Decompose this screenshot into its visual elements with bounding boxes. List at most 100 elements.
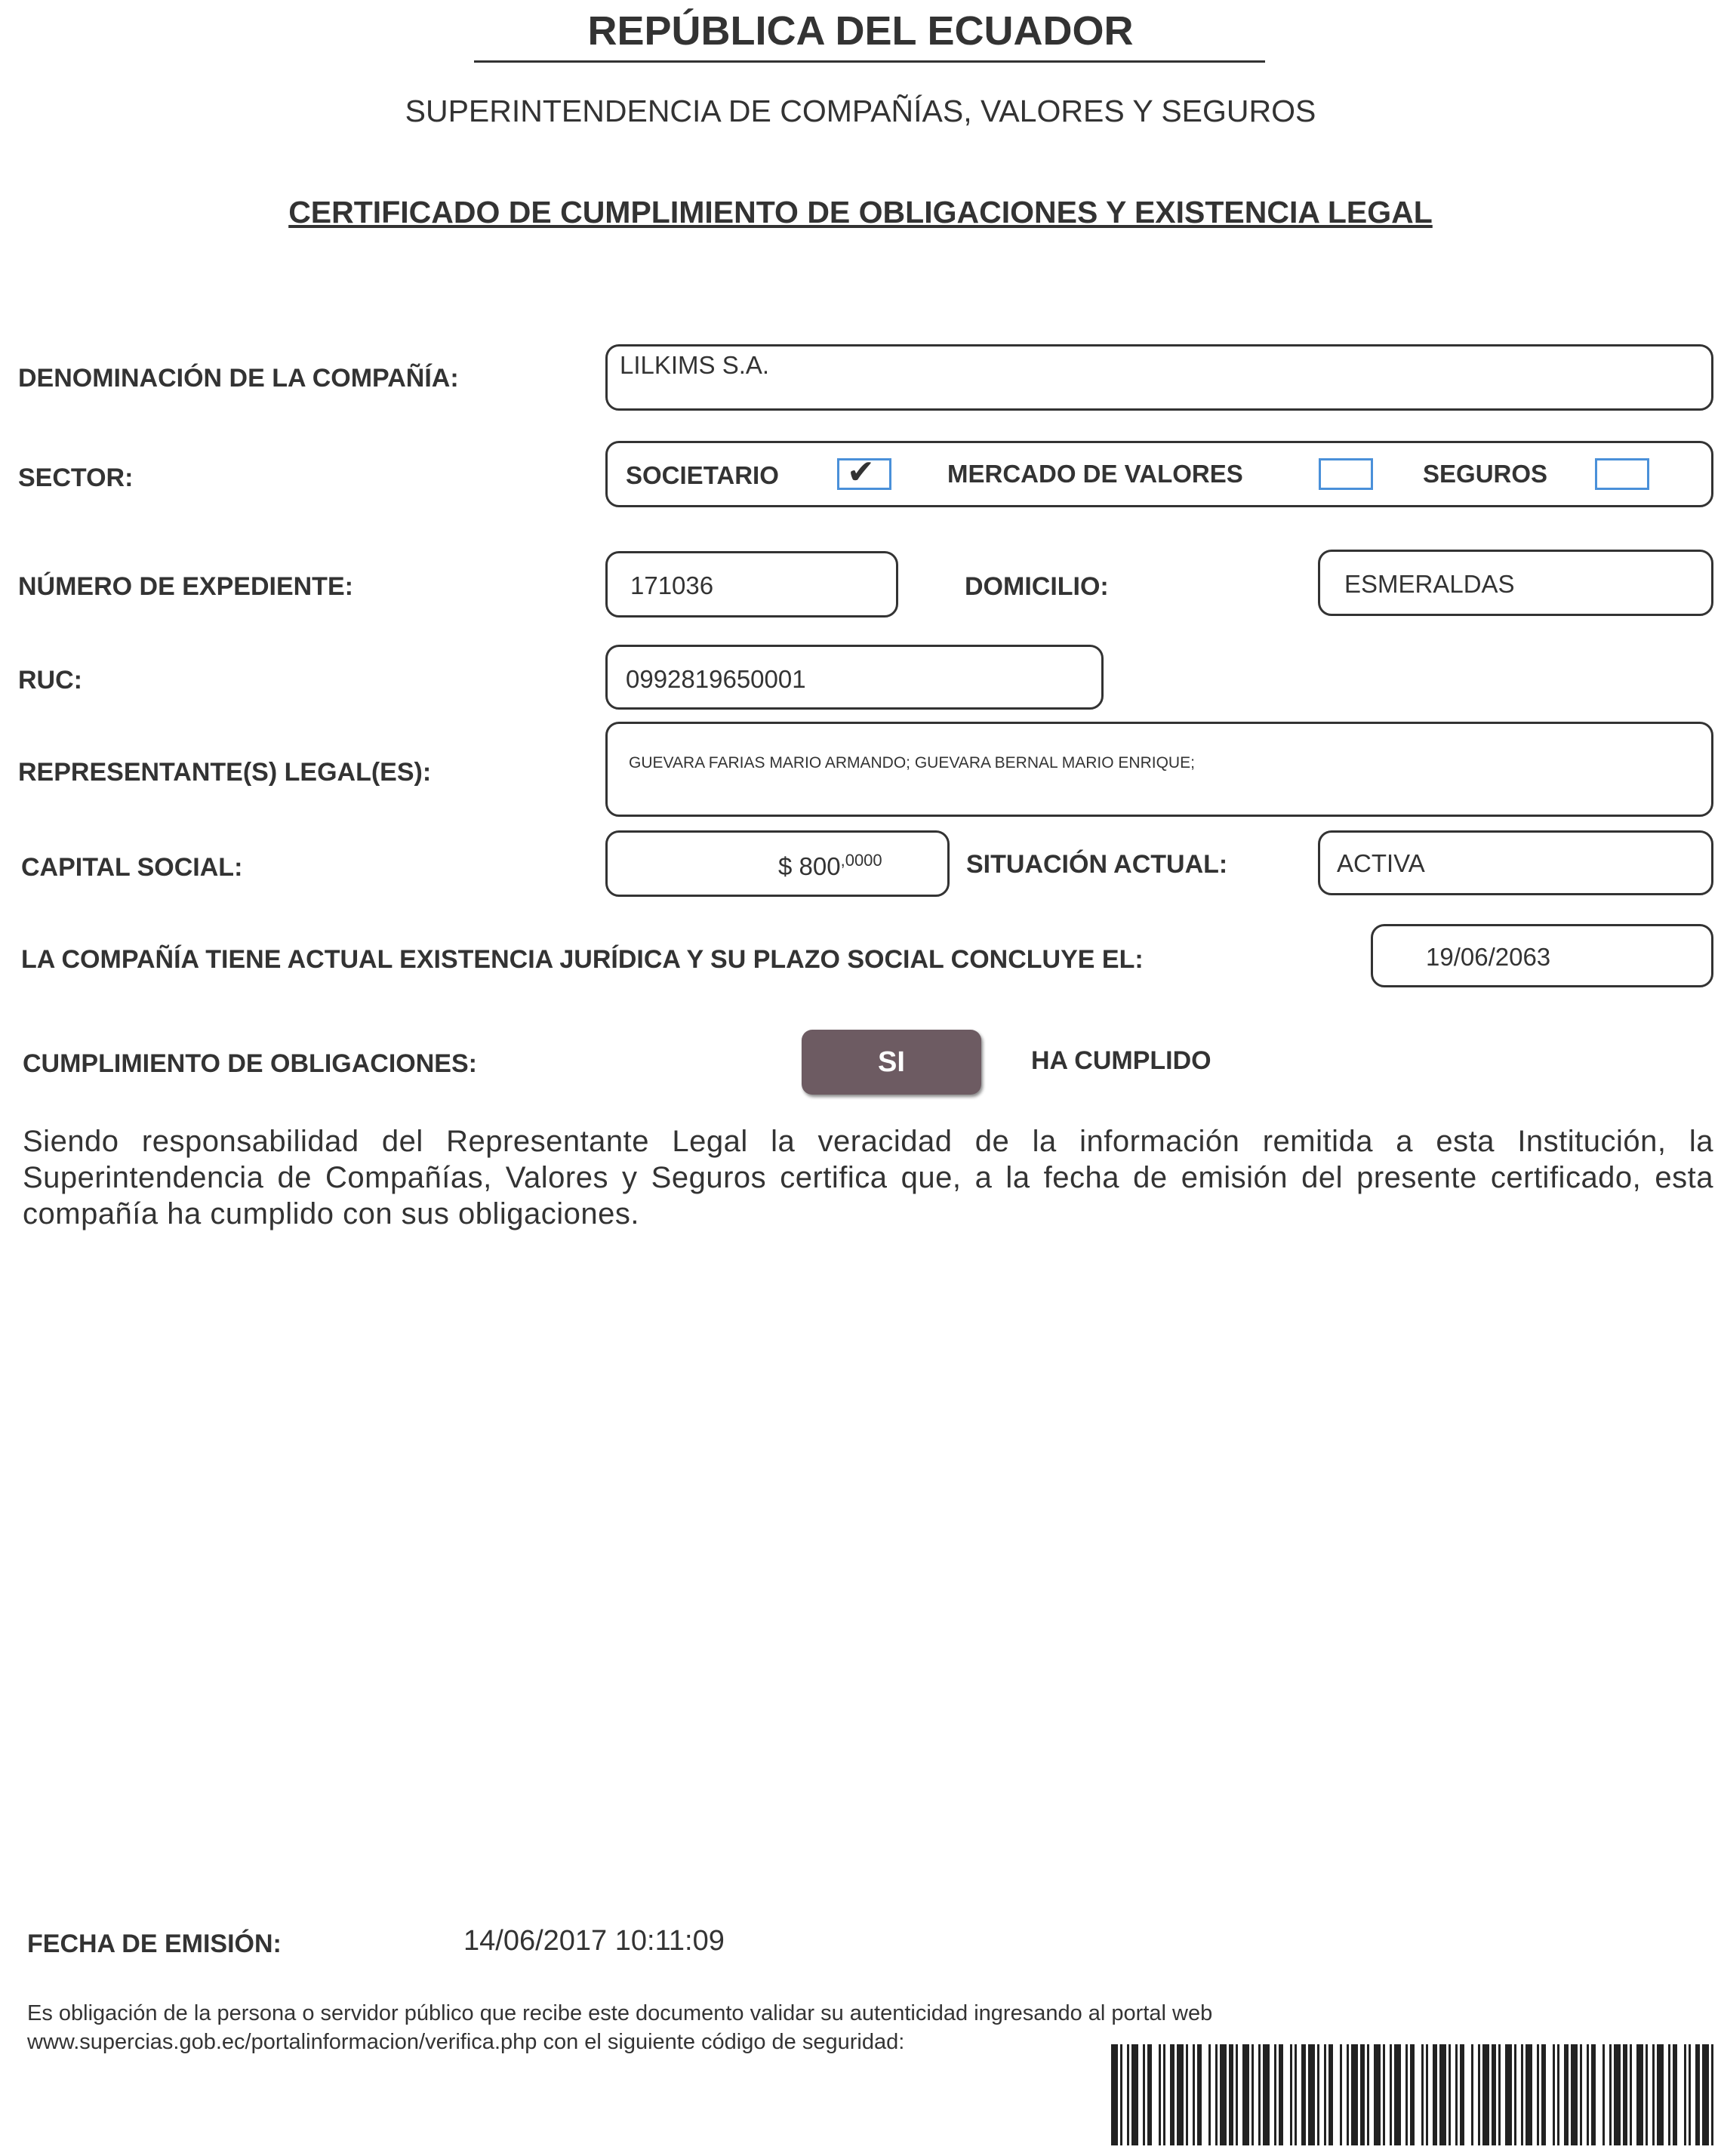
barcode-bar xyxy=(1591,2044,1596,2145)
checkmark-icon: ✔ xyxy=(847,454,875,491)
barcode-bar xyxy=(1236,2044,1238,2145)
barcode-bar xyxy=(1652,2044,1655,2145)
title-underline xyxy=(474,60,1265,63)
barcode-bar xyxy=(1557,2044,1559,2145)
barcode-bar xyxy=(1215,2044,1218,2145)
barcode-bar xyxy=(1383,2044,1385,2145)
ruc-label: RUC: xyxy=(18,666,82,695)
term-value: 19/06/2063 xyxy=(1426,943,1551,971)
barcode-bar xyxy=(1609,2044,1612,2145)
domicile-field: ESMERALDAS xyxy=(1318,550,1713,616)
barcode-bar xyxy=(1229,2044,1233,2145)
barcode-bar xyxy=(1197,2044,1202,2145)
barcode-bar xyxy=(1143,2044,1145,2145)
issue-date-label: FECHA DE EMISIÓN: xyxy=(27,1930,282,1958)
verification-note-line-1: Es obligación de la persona o servidor p… xyxy=(27,2001,1213,2025)
compliance-result: HA CUMPLIDO xyxy=(1031,1046,1211,1075)
sector-field: SOCIETARIO ✔ MERCADO DE VALORES SEGUROS xyxy=(605,441,1713,507)
sector-option-seguros: SEGUROS xyxy=(1423,460,1548,488)
barcode-bar xyxy=(1668,2044,1670,2145)
barcode-bar xyxy=(1186,2044,1188,2145)
barcode-bar xyxy=(1514,2044,1516,2145)
legal-representatives-field: GUEVARA FARIAS MARIO ARMANDO; GUEVARA BE… xyxy=(605,722,1713,817)
checkbox-seguros[interactable] xyxy=(1595,458,1649,490)
barcode-bar xyxy=(1111,2044,1118,2145)
barcode-bar xyxy=(1295,2044,1297,2145)
barcode-bar xyxy=(1317,2044,1319,2145)
barcode-bar xyxy=(1673,2044,1677,2145)
barcode-bar xyxy=(1521,2044,1523,2145)
barcode-bar xyxy=(1614,2044,1621,2145)
file-number-value: 171036 xyxy=(630,571,714,599)
file-number-field: 171036 xyxy=(605,551,898,618)
ruc-value: 0992819650001 xyxy=(626,665,806,693)
barcode-bar xyxy=(1410,2044,1415,2145)
barcode-bar xyxy=(1711,2044,1713,2145)
sector-option-societario: SOCIETARIO xyxy=(626,461,779,489)
barcode-bar xyxy=(1421,2044,1424,2145)
capital-decimals: ,0000 xyxy=(840,851,882,870)
barcode-bar xyxy=(1505,2044,1512,2145)
barcode-bar xyxy=(1251,2044,1254,2145)
barcode-bar xyxy=(1324,2044,1326,2145)
barcode-bar xyxy=(1360,2044,1365,2145)
barcode-bar xyxy=(1347,2044,1349,2145)
barcode-bar xyxy=(1492,2044,1496,2145)
capital-value: $ 800,0000 xyxy=(778,851,882,881)
company-name-value: LILKIMS S.A. xyxy=(620,351,770,379)
barcode-bar xyxy=(1564,2044,1569,2145)
barcode-bar xyxy=(1498,2044,1501,2145)
ruc-field: 0992819650001 xyxy=(605,645,1104,710)
barcode-bar xyxy=(1208,2044,1211,2145)
company-name-label: DENOMINACIÓN DE LA COMPAÑÍA: xyxy=(18,364,459,393)
barcode-bar xyxy=(1571,2044,1578,2145)
barcode-bar xyxy=(1426,2044,1428,2145)
capital-label: CAPITAL SOCIAL: xyxy=(21,853,243,882)
barcode-bar xyxy=(1580,2044,1582,2145)
barcode-bar xyxy=(1553,2044,1555,2145)
barcode-bar xyxy=(1405,2044,1408,2145)
barcode-bar xyxy=(1537,2044,1539,2145)
barcode-bar xyxy=(1220,2044,1227,2145)
domicile-value: ESMERALDAS xyxy=(1344,570,1515,598)
status-value: ACTIVA xyxy=(1337,849,1425,877)
barcode-bar xyxy=(1702,2044,1709,2145)
barcode-bar xyxy=(1587,2044,1589,2145)
checkbox-societario[interactable]: ✔ xyxy=(837,454,891,491)
compliance-si-button[interactable]: SI xyxy=(802,1030,981,1095)
barcode-bar xyxy=(1439,2044,1446,2145)
barcode-bar xyxy=(1242,2044,1249,2145)
term-label: LA COMPAÑÍA TIENE ACTUAL EXISTENCIA JURÍ… xyxy=(21,945,1144,974)
legal-representatives-value: GUEVARA FARIAS MARIO ARMANDO; GUEVARA BE… xyxy=(629,754,1195,772)
barcode-bar xyxy=(1193,2044,1195,2145)
barcode-bar xyxy=(1526,2044,1532,2145)
company-name-field: LILKIMS S.A. xyxy=(605,344,1713,411)
barcode-bar xyxy=(1301,2044,1306,2145)
barcode-bar xyxy=(1602,2044,1605,2145)
capital-field: $ 800,0000 xyxy=(605,830,950,897)
barcode-bar xyxy=(1541,2044,1546,2145)
barcode-bar xyxy=(1646,2044,1648,2145)
barcode-bar xyxy=(1159,2044,1161,2145)
barcode-bar xyxy=(1163,2044,1165,2145)
barcode-bar xyxy=(1695,2044,1700,2145)
barcode-bar xyxy=(1433,2044,1437,2145)
checkbox-mercado-valores[interactable] xyxy=(1319,458,1373,490)
barcode-bar xyxy=(1449,2044,1451,2145)
barcode-bar xyxy=(1471,2044,1473,2145)
barcode-bar xyxy=(1455,2044,1458,2145)
barcode-bar xyxy=(1127,2044,1129,2145)
barcode-bar xyxy=(1689,2044,1691,2145)
file-number-label: NÚMERO DE EXPEDIENTE: xyxy=(18,572,353,601)
barcode-bar xyxy=(1263,2044,1270,2145)
status-field: ACTIVA xyxy=(1318,830,1713,895)
barcode-bar xyxy=(1290,2044,1292,2145)
barcode-bar xyxy=(1478,2044,1480,2145)
barcode-bar xyxy=(1390,2044,1392,2145)
status-label: SITUACIÓN ACTUAL: xyxy=(966,850,1228,879)
term-field: 19/06/2063 xyxy=(1371,924,1713,987)
agency-name: SUPERINTENDENCIA DE COMPAÑÍAS, VALORES Y… xyxy=(405,94,1316,128)
capital-amount: $ 800 xyxy=(778,852,841,880)
domicile-label: DOMICILIO: xyxy=(965,572,1109,601)
barcode-bar xyxy=(1258,2044,1261,2145)
